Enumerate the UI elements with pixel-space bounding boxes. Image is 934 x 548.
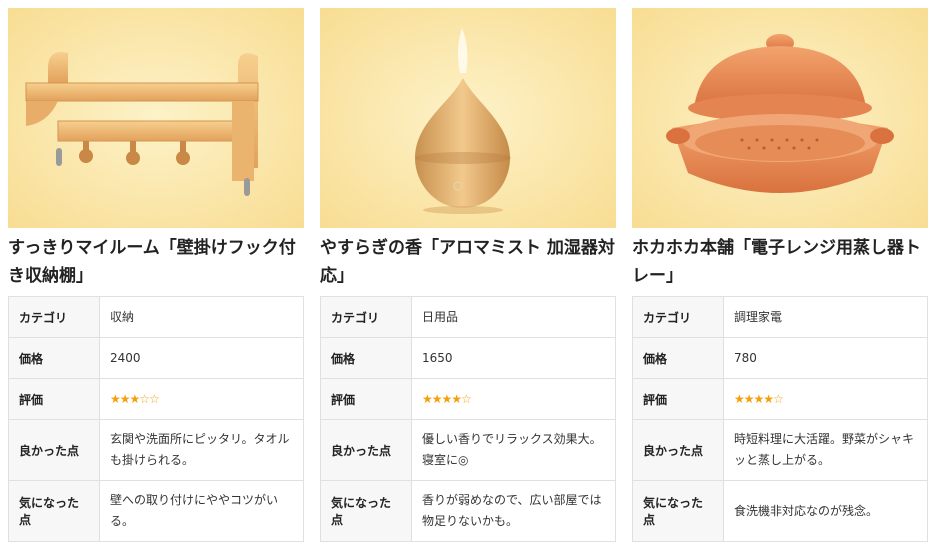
value-good: 玄関や洗面所にピッタリ。タオルも掛けられる。 xyxy=(99,419,304,481)
label-rating: 評価 xyxy=(632,378,724,420)
label-rating: 評価 xyxy=(320,378,412,420)
value-concern: 壁への取り付けにややコツがいる。 xyxy=(99,480,304,542)
value-category: 収納 xyxy=(99,296,304,338)
product-grid: すっきりマイルーム「壁掛けフック付き収納棚」 カテゴリ 収納 価格 2400 評価 ★… xyxy=(0,0,934,542)
product-card: すっきりマイルーム「壁掛けフック付き収納棚」 カテゴリ 収納 価格 2400 評価 ★… xyxy=(8,8,304,542)
rating-stars-icon: ★★★☆☆ xyxy=(110,391,160,406)
label-good: 良かった点 xyxy=(632,419,724,481)
product-card: やすらぎの香「アロマミスト 加湿器対応」 カテゴリ 日用品 価格 1650 評価 ★★… xyxy=(320,8,616,542)
value-price: 2400 xyxy=(99,337,304,379)
value-category: 調理家電 xyxy=(723,296,928,338)
value-category: 日用品 xyxy=(411,296,616,338)
label-category: カテゴリ xyxy=(632,296,724,338)
label-concern: 気になった点 xyxy=(632,480,724,542)
label-good: 良かった点 xyxy=(8,419,100,481)
rating-stars-icon: ★★★★☆ xyxy=(734,391,784,406)
label-concern: 気になった点 xyxy=(320,480,412,542)
product-spec-table: カテゴリ 収納 価格 2400 評価 ★★★☆☆ 良かった点 玄関や洗面所にピッタリ。タ… xyxy=(8,296,304,542)
rating-stars-icon: ★★★★☆ xyxy=(422,391,472,406)
label-price: 価格 xyxy=(632,337,724,379)
label-category: カテゴリ xyxy=(8,296,100,338)
product-card: ホカホカ本舗「電子レンジ用蒸し器トレー」 カテゴリ 調理家電 価格 780 評価 ★★… xyxy=(632,8,928,542)
value-good: 優しい香りでリラックス効果大。寝室に◎ xyxy=(411,419,616,481)
value-good: 時短料理に大活躍。野菜がシャキッと蒸し上がる。 xyxy=(723,419,928,481)
value-concern: 香りが弱めなので、広い部屋では物足りないかも。 xyxy=(411,480,616,542)
product-title: やすらぎの香「アロマミスト 加湿器対応」 xyxy=(320,238,615,286)
value-concern: 食洗機非対応なのが残念。 xyxy=(723,480,928,542)
label-concern: 気になった点 xyxy=(8,480,100,542)
product-title: すっきりマイルーム「壁掛けフック付き収納棚」 xyxy=(8,238,296,286)
label-price: 価格 xyxy=(320,337,412,379)
label-rating: 評価 xyxy=(8,378,100,420)
product-image-diffuser xyxy=(320,8,616,228)
product-image-steamer xyxy=(632,8,928,228)
product-image-shelf xyxy=(8,8,304,228)
label-category: カテゴリ xyxy=(320,296,412,338)
label-good: 良かった点 xyxy=(320,419,412,481)
product-spec-table: カテゴリ 日用品 価格 1650 評価 ★★★★☆ 良かった点 優しい香りでリラックス効… xyxy=(320,296,616,542)
label-price: 価格 xyxy=(8,337,100,379)
value-price: 780 xyxy=(723,337,928,379)
product-spec-table: カテゴリ 調理家電 価格 780 評価 ★★★★☆ 良かった点 時短料理に大活躍。野菜が… xyxy=(632,296,928,542)
product-title: ホカホカ本舗「電子レンジ用蒸し器トレー」 xyxy=(632,238,921,286)
value-price: 1650 xyxy=(411,337,616,379)
